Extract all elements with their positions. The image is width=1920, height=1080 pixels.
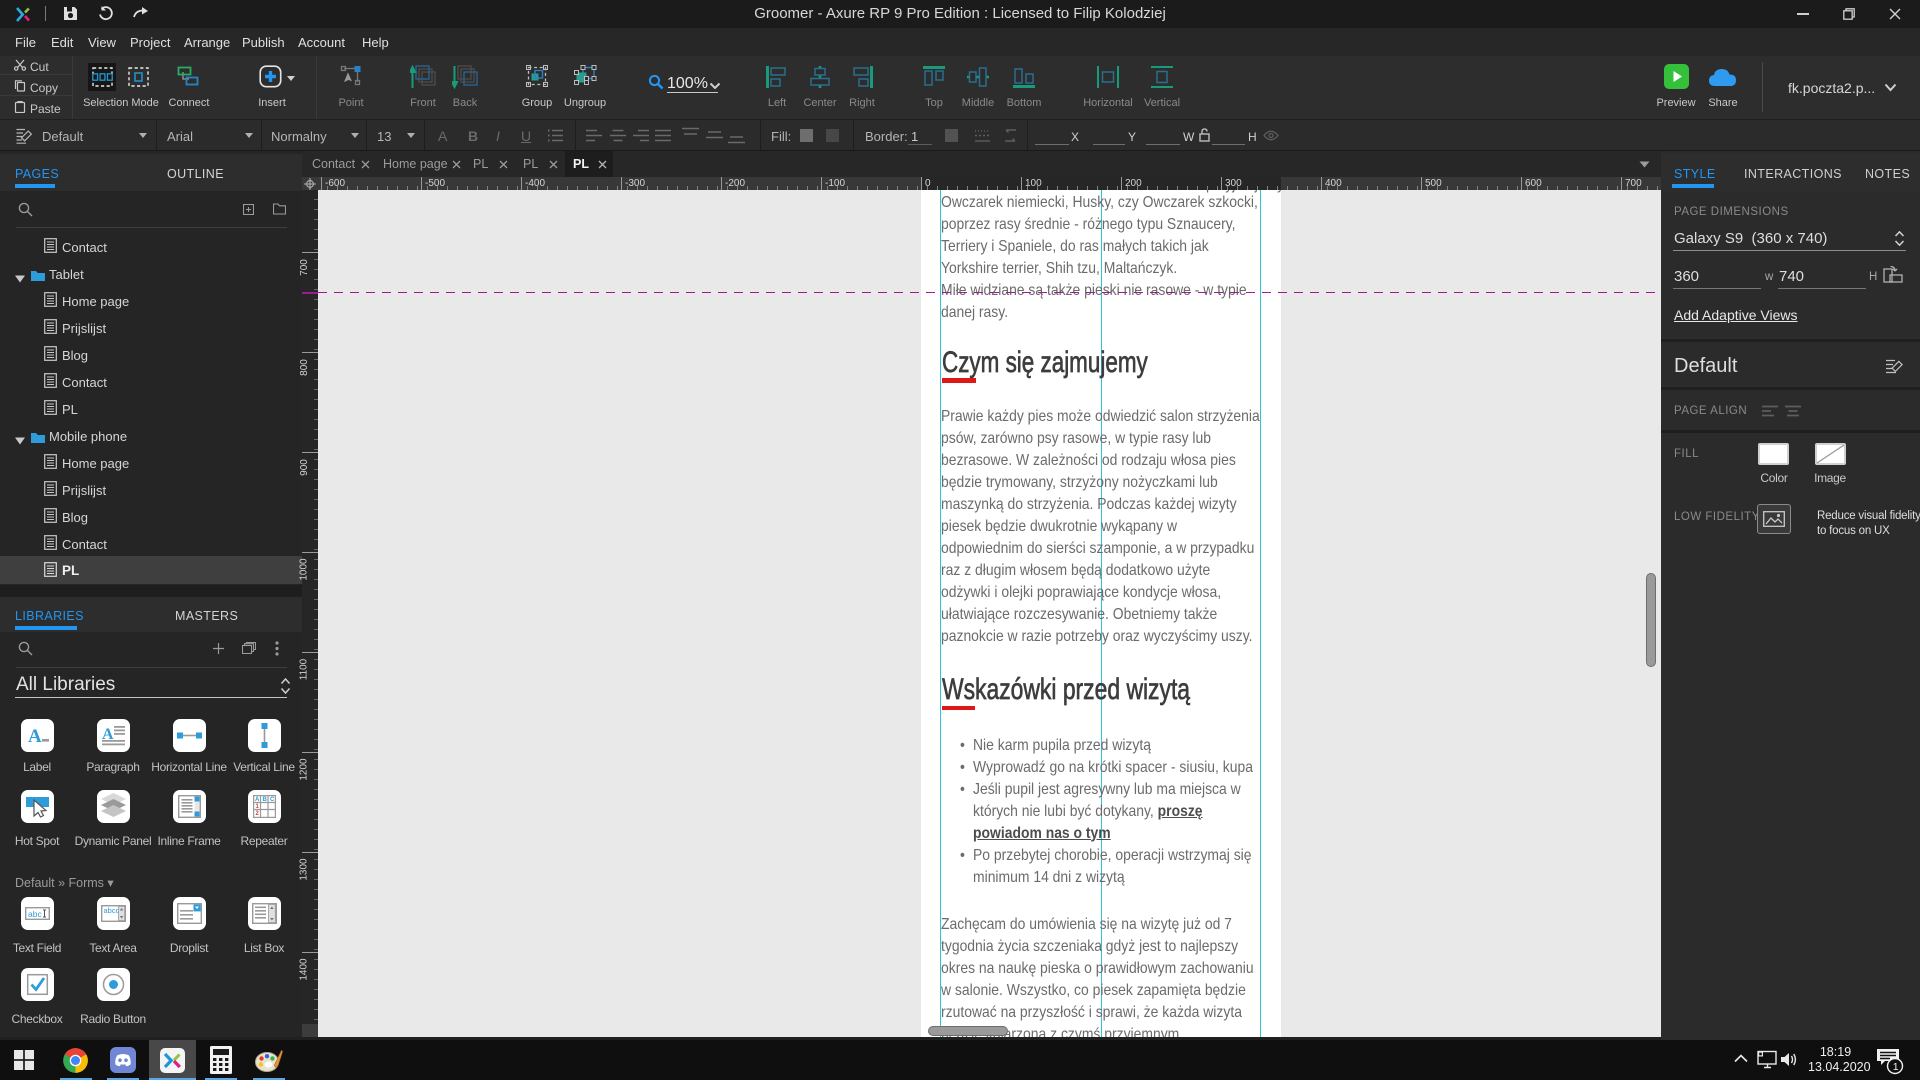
svg-text:1: 1 (1893, 1061, 1899, 1073)
svg-text:A: A (28, 726, 42, 747)
svg-text:C: C (270, 797, 275, 803)
svg-text:2: 2 (255, 811, 259, 817)
svg-text:B: B (262, 797, 267, 803)
svg-text:abcd: abcd (103, 906, 119, 915)
svg-text:abc: abc (28, 909, 42, 919)
svg-text:A: A (255, 797, 260, 803)
